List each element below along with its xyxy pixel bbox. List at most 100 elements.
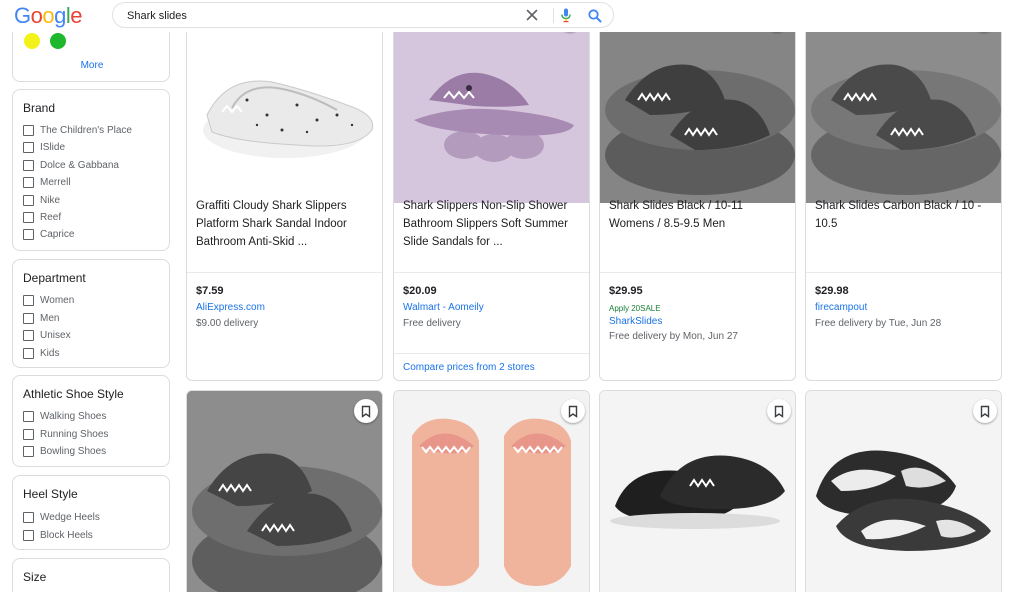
product-image[interactable] xyxy=(394,20,589,203)
promo-code: Apply 20SALE xyxy=(609,304,661,313)
checkbox[interactable] xyxy=(23,228,34,240)
divider xyxy=(187,272,382,273)
logo-letter: G xyxy=(14,3,31,28)
product-image[interactable] xyxy=(187,391,382,592)
checkbox[interactable] xyxy=(23,194,34,206)
department-option[interactable]: Kids xyxy=(23,345,59,361)
product-card[interactable]: Graffiti Cloudy Shark Slippers Platform … xyxy=(186,20,383,381)
option-label: Caprice xyxy=(40,228,75,240)
department-option[interactable]: Unisex xyxy=(23,327,71,343)
bookmark-icon[interactable] xyxy=(973,399,997,423)
checkbox[interactable] xyxy=(23,211,34,223)
product-image[interactable] xyxy=(600,391,795,592)
brand-option[interactable]: The Children's Place xyxy=(23,122,132,138)
compare-prices-link[interactable]: Compare prices from 2 stores xyxy=(403,362,535,373)
checkbox[interactable] xyxy=(23,428,34,440)
store-link[interactable]: SharkSlides xyxy=(609,316,662,327)
divider xyxy=(806,272,1001,273)
option-label: Men xyxy=(40,312,60,324)
checkbox[interactable] xyxy=(23,176,34,188)
search-icon[interactable] xyxy=(585,6,605,26)
logo-letter: g xyxy=(54,3,66,28)
checkbox[interactable] xyxy=(23,511,34,523)
bookmark-icon[interactable] xyxy=(354,399,378,423)
heel-style-filter-panel: Heel Style Wedge Heels Block Heels xyxy=(12,475,170,550)
checkbox[interactable] xyxy=(23,294,34,306)
heel-style-option[interactable]: Block Heels xyxy=(23,527,93,543)
search-input[interactable] xyxy=(127,7,507,25)
athletic-shoe-style-filter-panel: Athletic Shoe Style Walking Shoes Runnin… xyxy=(12,375,170,467)
option-label: Block Heels xyxy=(40,529,93,541)
checkbox[interactable] xyxy=(23,312,34,324)
size-filter-panel: Size xyxy=(12,558,170,592)
clear-icon[interactable] xyxy=(523,6,541,24)
store-link[interactable]: AliExpress.com xyxy=(196,302,265,313)
brand-option[interactable]: Reef xyxy=(23,209,61,225)
search-divider xyxy=(553,8,554,23)
department-option[interactable]: Men xyxy=(23,310,59,326)
option-label: Wedge Heels xyxy=(40,511,100,523)
athletic-shoe-style-option[interactable]: Bowling Shoes xyxy=(23,443,106,459)
shipping-info: Free delivery by Tue, Jun 28 xyxy=(815,318,942,329)
brand-option[interactable]: Dolce & Gabbana xyxy=(23,157,119,173)
shipping-info: Free delivery xyxy=(403,318,461,329)
checkbox[interactable] xyxy=(23,329,34,341)
checkbox[interactable] xyxy=(23,529,34,541)
checkbox[interactable] xyxy=(23,445,34,457)
product-image[interactable] xyxy=(806,20,1001,203)
option-label: The Children's Place xyxy=(40,124,132,136)
product-title[interactable]: Graffiti Cloudy Shark Slippers Platform … xyxy=(196,197,376,251)
product-image[interactable] xyxy=(600,20,795,203)
product-card[interactable]: Shark Slippers Non-Slip Shower Bathroom … xyxy=(393,20,590,381)
bookmark-icon[interactable] xyxy=(561,399,585,423)
product-price: $20.09 xyxy=(403,285,437,297)
brand-option[interactable]: Caprice xyxy=(23,226,74,242)
product-image[interactable] xyxy=(187,20,382,203)
google-logo[interactable]: Google xyxy=(14,3,83,29)
option-label: Dolce & Gabbana xyxy=(40,159,119,171)
more-colors-link[interactable]: More xyxy=(13,60,170,71)
brand-option[interactable]: Merrell xyxy=(23,174,71,190)
option-label: ISlide xyxy=(40,141,66,153)
product-title[interactable]: Shark Slippers Non-Slip Shower Bathroom … xyxy=(403,197,583,251)
store-link[interactable]: Walmart - Aomeily xyxy=(403,302,484,313)
option-label: Nike xyxy=(40,194,61,206)
department-filter-panel: Department Women Men Unisex Kids xyxy=(12,259,170,368)
checkbox[interactable] xyxy=(23,159,34,171)
option-label: Unisex xyxy=(40,329,71,341)
product-price: $29.95 xyxy=(609,285,643,297)
option-label: Kids xyxy=(40,347,60,359)
athletic-shoe-style-option[interactable]: Walking Shoes xyxy=(23,408,106,424)
product-image[interactable] xyxy=(806,391,1001,592)
checkbox[interactable] xyxy=(23,141,34,153)
checkbox[interactable] xyxy=(23,347,34,359)
color-swatch-yellow[interactable] xyxy=(24,33,40,49)
product-price: $7.59 xyxy=(196,285,224,297)
product-card[interactable]: Shark Slides Black / 10-11 Womens / 8.5-… xyxy=(599,20,796,381)
product-card[interactable] xyxy=(599,390,796,592)
product-card[interactable] xyxy=(393,390,590,592)
bookmark-icon[interactable] xyxy=(767,399,791,423)
brand-option[interactable]: Nike xyxy=(23,192,60,208)
option-label: Reef xyxy=(40,211,62,223)
product-image[interactable] xyxy=(394,391,589,592)
heel-style-filter-title: Heel Style xyxy=(23,487,78,501)
brand-filter-panel: Brand The Children's Place ISlide Dolce … xyxy=(12,89,170,251)
logo-letter: o xyxy=(30,3,43,28)
product-title[interactable]: Shark Slides Black / 10-11 Womens / 8.5-… xyxy=(609,197,789,233)
logo-letter: e xyxy=(70,3,83,28)
product-card[interactable]: Shark Slides Carbon Black / 10 - 10.5 $2… xyxy=(805,20,1002,381)
athletic-shoe-style-option[interactable]: Running Shoes xyxy=(23,426,108,442)
heel-style-option[interactable]: Wedge Heels xyxy=(23,509,100,525)
filter-sidebar: More Brand The Children's Place ISlide D… xyxy=(12,32,170,592)
mic-icon[interactable] xyxy=(557,6,575,24)
product-title[interactable]: Shark Slides Carbon Black / 10 - 10.5 xyxy=(815,197,995,233)
product-card[interactable] xyxy=(186,390,383,592)
product-card[interactable] xyxy=(805,390,1002,592)
checkbox[interactable] xyxy=(23,124,34,136)
store-link[interactable]: firecampout xyxy=(815,302,867,313)
checkbox[interactable] xyxy=(23,410,34,422)
color-swatch-green[interactable] xyxy=(50,33,66,49)
brand-option[interactable]: ISlide xyxy=(23,139,65,155)
department-option[interactable]: Women xyxy=(23,292,74,308)
